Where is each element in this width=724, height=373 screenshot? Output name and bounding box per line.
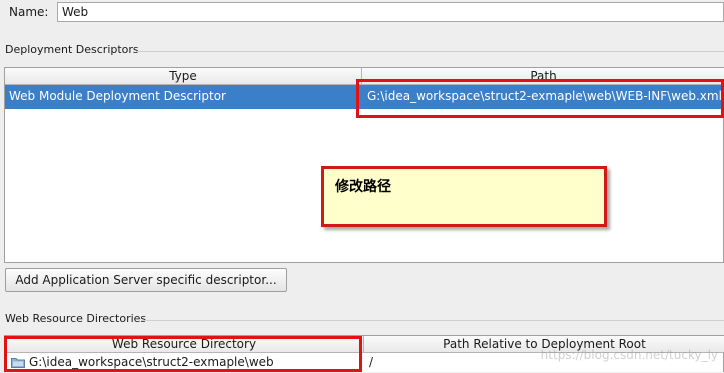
column-header-type[interactable]: Type (5, 68, 362, 85)
watermark: https://blog.csdn.net/tucky_ly (540, 348, 718, 362)
annotation-note: 修改路径 (321, 166, 607, 227)
directory-highlight-box (4, 336, 362, 372)
name-input[interactable]: Web (57, 2, 724, 22)
section-divider (142, 320, 724, 321)
add-descriptor-button[interactable]: Add Application Server specific descript… (5, 268, 287, 292)
name-label: Name: (9, 5, 49, 19)
descriptor-type-cell: Web Module Deployment Descriptor (9, 89, 226, 103)
section-divider (136, 51, 724, 52)
deployment-descriptors-title: Deployment Descriptors (5, 43, 139, 56)
relative-path-cell: / (369, 355, 374, 369)
web-resource-directories-title: Web Resource Directories (5, 312, 147, 325)
path-highlight-box (356, 79, 724, 118)
